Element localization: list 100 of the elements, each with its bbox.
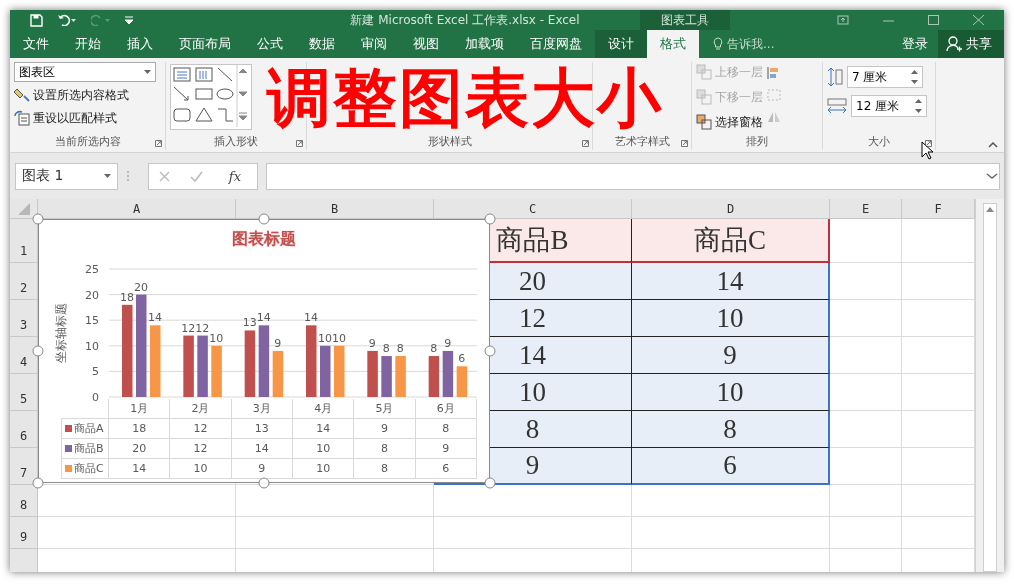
ribbon-tab[interactable]: 开始	[62, 30, 114, 58]
empty-cell[interactable]	[830, 485, 902, 517]
ribbon-tab[interactable]: 设计	[595, 30, 647, 58]
ribbon-tab[interactable]: 审阅	[348, 30, 400, 58]
row-header[interactable]: 9	[10, 517, 38, 549]
customize-icon[interactable]	[125, 16, 133, 24]
dialog-launcher-icon[interactable]	[925, 140, 932, 147]
row-header[interactable]: 3	[10, 300, 38, 337]
command-button[interactable]: 选择窗格	[696, 112, 763, 132]
data-table-cell: 9	[231, 459, 293, 479]
table-cell: 10	[632, 300, 830, 337]
dialog-launcher-icon[interactable]	[296, 140, 303, 147]
resize-handle[interactable]	[258, 213, 270, 225]
resize-handle[interactable]	[32, 213, 44, 225]
ribbon-tab[interactable]: 格式	[647, 30, 699, 58]
empty-cell[interactable]	[434, 485, 632, 517]
empty-cell[interactable]	[236, 517, 434, 549]
context-title: 图表工具	[640, 10, 730, 30]
data-label: 12	[195, 321, 210, 335]
empty-cell[interactable]	[236, 485, 434, 517]
ribbon-tab[interactable]: 插入	[114, 30, 166, 58]
group-icon[interactable]	[767, 88, 781, 102]
ribbon-tab[interactable]: 文件	[10, 30, 62, 58]
redo-icon[interactable]	[91, 14, 111, 26]
shape-gallery-drawing[interactable]	[171, 65, 249, 127]
collapse-ribbon-icon[interactable]	[988, 142, 998, 148]
resize-handle[interactable]	[484, 345, 496, 357]
ribbon-tab[interactable]: 页面布局	[166, 30, 244, 58]
row-header[interactable]: 8	[10, 485, 38, 517]
empty-cell[interactable]	[434, 517, 632, 549]
empty-cell[interactable]	[632, 485, 830, 517]
ribbon-tab[interactable]: 公式	[244, 30, 296, 58]
row-header[interactable]: 1	[10, 219, 38, 263]
rotate-icon[interactable]	[767, 110, 781, 124]
row-header[interactable]: 5	[10, 374, 38, 411]
confirm-icon[interactable]	[189, 170, 203, 182]
save-icon[interactable]	[30, 13, 43, 27]
column-header[interactable]: E	[830, 199, 902, 219]
row-header[interactable]: 7	[10, 448, 38, 485]
undo-icon[interactable]	[57, 14, 77, 26]
align-icon[interactable]	[767, 66, 781, 80]
element-dropdown[interactable]: 图表区	[14, 62, 156, 82]
restore-icon[interactable]	[837, 15, 849, 25]
dialog-launcher-icon[interactable]	[582, 140, 589, 147]
command-button[interactable]: 设置所选内容格式	[14, 85, 156, 105]
resize-handle[interactable]	[484, 213, 496, 225]
column-header[interactable]: B	[236, 199, 434, 219]
ribbon-tab[interactable]: 百度网盘	[517, 30, 595, 58]
share-button[interactable]: 共享	[938, 30, 1004, 58]
ribbon-tab[interactable]: 数据	[296, 30, 348, 58]
insert-function-button[interactable]: fx	[222, 167, 247, 185]
empty-cell[interactable]	[830, 517, 902, 549]
bar	[197, 335, 208, 397]
row-header[interactable]: 2	[10, 263, 38, 300]
size-field[interactable]: 7 厘米	[847, 66, 923, 88]
command-button[interactable]: 重设以匹配样式	[14, 108, 156, 128]
spin-arrows-icon[interactable]	[915, 99, 922, 113]
tell-me-field[interactable]: 告诉我...	[727, 35, 775, 53]
data-label: 9	[274, 336, 282, 350]
resize-handle[interactable]	[32, 477, 44, 489]
axis-tick-label: 15	[85, 314, 99, 328]
dialog-launcher-icon[interactable]	[681, 140, 688, 147]
scroll-up-icon[interactable]	[986, 207, 994, 212]
select-all-icon[interactable]	[17, 202, 30, 215]
name-box[interactable]: 图表 1	[15, 162, 118, 190]
row-header[interactable]: 4	[10, 337, 38, 374]
maximize-icon[interactable]	[928, 15, 939, 25]
row-header[interactable]	[10, 549, 38, 572]
chart-title[interactable]: 图表标题	[232, 229, 296, 250]
dialog-launcher-icon[interactable]	[155, 140, 162, 147]
column-header[interactable]: F	[902, 199, 975, 219]
empty-cell[interactable]	[632, 517, 830, 549]
data-table-cell: 14	[109, 459, 171, 479]
sign-in-link[interactable]: 登录	[892, 30, 938, 58]
resize-handle[interactable]	[258, 477, 270, 489]
size-field[interactable]: 12 厘米	[851, 95, 927, 117]
window-title: 新建 Microsoft Excel 工作表.xlsx - Excel	[349, 11, 581, 29]
axis-tick-label: 5	[92, 365, 99, 379]
row-header[interactable]: 6	[10, 411, 38, 448]
ribbon-tab[interactable]: 加载项	[452, 30, 517, 58]
shape-width-icon	[827, 98, 847, 114]
resize-handle[interactable]	[32, 345, 44, 357]
column-header[interactable]: D	[632, 199, 830, 219]
ribbon-tab[interactable]: 视图	[400, 30, 452, 58]
expand-icon[interactable]	[985, 172, 999, 180]
resize-handle[interactable]	[484, 477, 496, 489]
spin-arrows-icon[interactable]	[911, 70, 918, 84]
formula-field[interactable]	[266, 162, 1000, 190]
data-label: 10	[332, 331, 346, 345]
lightbulb-icon	[713, 37, 723, 51]
cancel-icon[interactable]	[158, 170, 170, 182]
legend-label: 商品B	[74, 441, 104, 456]
data-label: 8	[382, 342, 390, 356]
close-icon[interactable]	[973, 15, 984, 25]
column-header[interactable]: C	[434, 199, 632, 219]
column-header[interactable]: A	[38, 199, 236, 219]
scrollbar[interactable]	[983, 203, 997, 572]
chart-area[interactable]: 图表标题 0 5 10 15 20 25 坐标轴标题 18 12 13 14 9 8 20 12 14 10 8 9 14 10 9 10 8 6 1月 2月 3月 4月 5月 6月 商品A 18 12 13 14 9 8 商品B 20 12 14 10 8 9 商品C 14 10 9 10 8 6	[38, 219, 490, 483]
caret-icon	[104, 174, 111, 178]
data-table-cell: 18	[109, 419, 171, 439]
